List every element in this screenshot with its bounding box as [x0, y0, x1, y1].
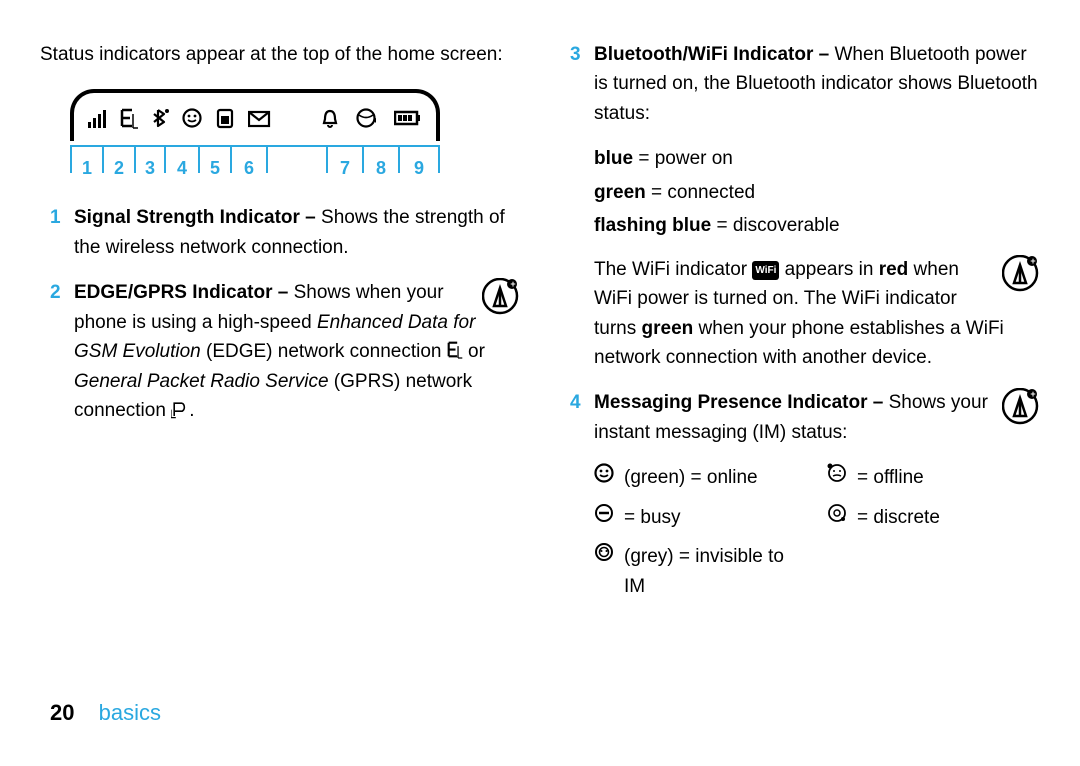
callout-3: 3 [134, 147, 164, 173]
bt-status-list: blue = power on green = connected flashi… [594, 144, 1040, 240]
im-busy: = busy [594, 503, 807, 532]
smile-icon [594, 463, 614, 483]
alert-icon [320, 108, 342, 130]
status-bar-figure: 1 2 3 4 5 6 7 8 9 [70, 89, 440, 173]
item-1: 1 Signal Strength Indicator – Shows the … [40, 203, 520, 262]
signal-icon [88, 108, 108, 130]
left-column: Status indicators appear at the top of t… [40, 40, 520, 601]
item-3: 3 Bluetooth/WiFi Indicator – When Blueto… [560, 40, 1040, 128]
page-columns: Status indicators appear at the top of t… [40, 40, 1040, 601]
status-bar [70, 89, 440, 141]
callout-4: 4 [164, 147, 198, 173]
item-number: 4 [560, 388, 594, 447]
callout-gap [266, 147, 326, 173]
callout-9: 9 [398, 147, 440, 173]
callout-2: 2 [102, 147, 134, 173]
item-number: 1 [40, 203, 74, 262]
busy-icon [594, 503, 614, 523]
callout-5: 5 [198, 147, 230, 173]
gprs-glyph-icon [171, 400, 189, 420]
roam-icon [356, 108, 380, 130]
intro-text: Status indicators appear at the top of t… [40, 40, 520, 69]
callout-1: 1 [70, 147, 102, 173]
callout-bar: 1 2 3 4 5 6 7 8 9 [70, 145, 440, 173]
battery-icon [394, 108, 422, 130]
section-name: basics [99, 700, 161, 725]
status-icons-left [88, 108, 272, 130]
antenna-icon [1002, 388, 1040, 426]
im-invisible: (grey) = invisible to IM [594, 542, 807, 601]
item-text: EDGE/GPRS Indicator – Shows when your ph… [74, 278, 520, 425]
presence-icon [182, 108, 204, 130]
im-offline: = offline [827, 463, 1040, 492]
bluetooth-icon [152, 108, 170, 130]
im-discrete: = discrete [827, 503, 1040, 532]
im-online: (green) = online [594, 463, 807, 492]
callout-6: 6 [230, 147, 266, 173]
item-title: Signal Strength Indicator – [74, 207, 321, 228]
offline-icon [827, 463, 847, 483]
invisible-icon [594, 542, 614, 562]
message-icon [248, 108, 272, 130]
item-text: Messaging Presence Indicator – Shows you… [594, 388, 1040, 447]
page-number: 20 [50, 700, 74, 725]
discrete-icon [827, 503, 847, 523]
item-4: 4 Messaging Presence Indicator – Shows y… [560, 388, 1040, 447]
item-number: 3 [560, 40, 594, 128]
sim-icon [216, 108, 236, 130]
antenna-icon [1002, 255, 1040, 293]
item-2: 2 EDGE/GPRS Indicator – Shows when your … [40, 278, 520, 425]
wifi-paragraph: The WiFi indicator WiFi appears in red w… [560, 255, 1040, 373]
edge-icon [120, 108, 140, 130]
item-title: EDGE/GPRS Indicator – [74, 282, 294, 303]
antenna-icon [482, 278, 520, 316]
edge-glyph-icon [447, 341, 463, 361]
callout-7: 7 [326, 147, 362, 173]
wifi-chip-icon: WiFi [752, 261, 779, 281]
page-footer: 20 basics [50, 700, 161, 726]
status-icons-right [320, 108, 422, 130]
item-title: Bluetooth/WiFi Indicator – [594, 44, 835, 65]
item-number: 2 [40, 278, 74, 425]
item-text: Bluetooth/WiFi Indicator – When Bluetoot… [594, 40, 1040, 128]
item-text: Signal Strength Indicator – Shows the st… [74, 203, 520, 262]
im-status-grid: (green) = online = offline = busy = disc… [594, 463, 1040, 601]
callout-8: 8 [362, 147, 398, 173]
item-title: Messaging Presence Indicator – [594, 392, 889, 413]
right-column: 3 Bluetooth/WiFi Indicator – When Blueto… [560, 40, 1040, 601]
